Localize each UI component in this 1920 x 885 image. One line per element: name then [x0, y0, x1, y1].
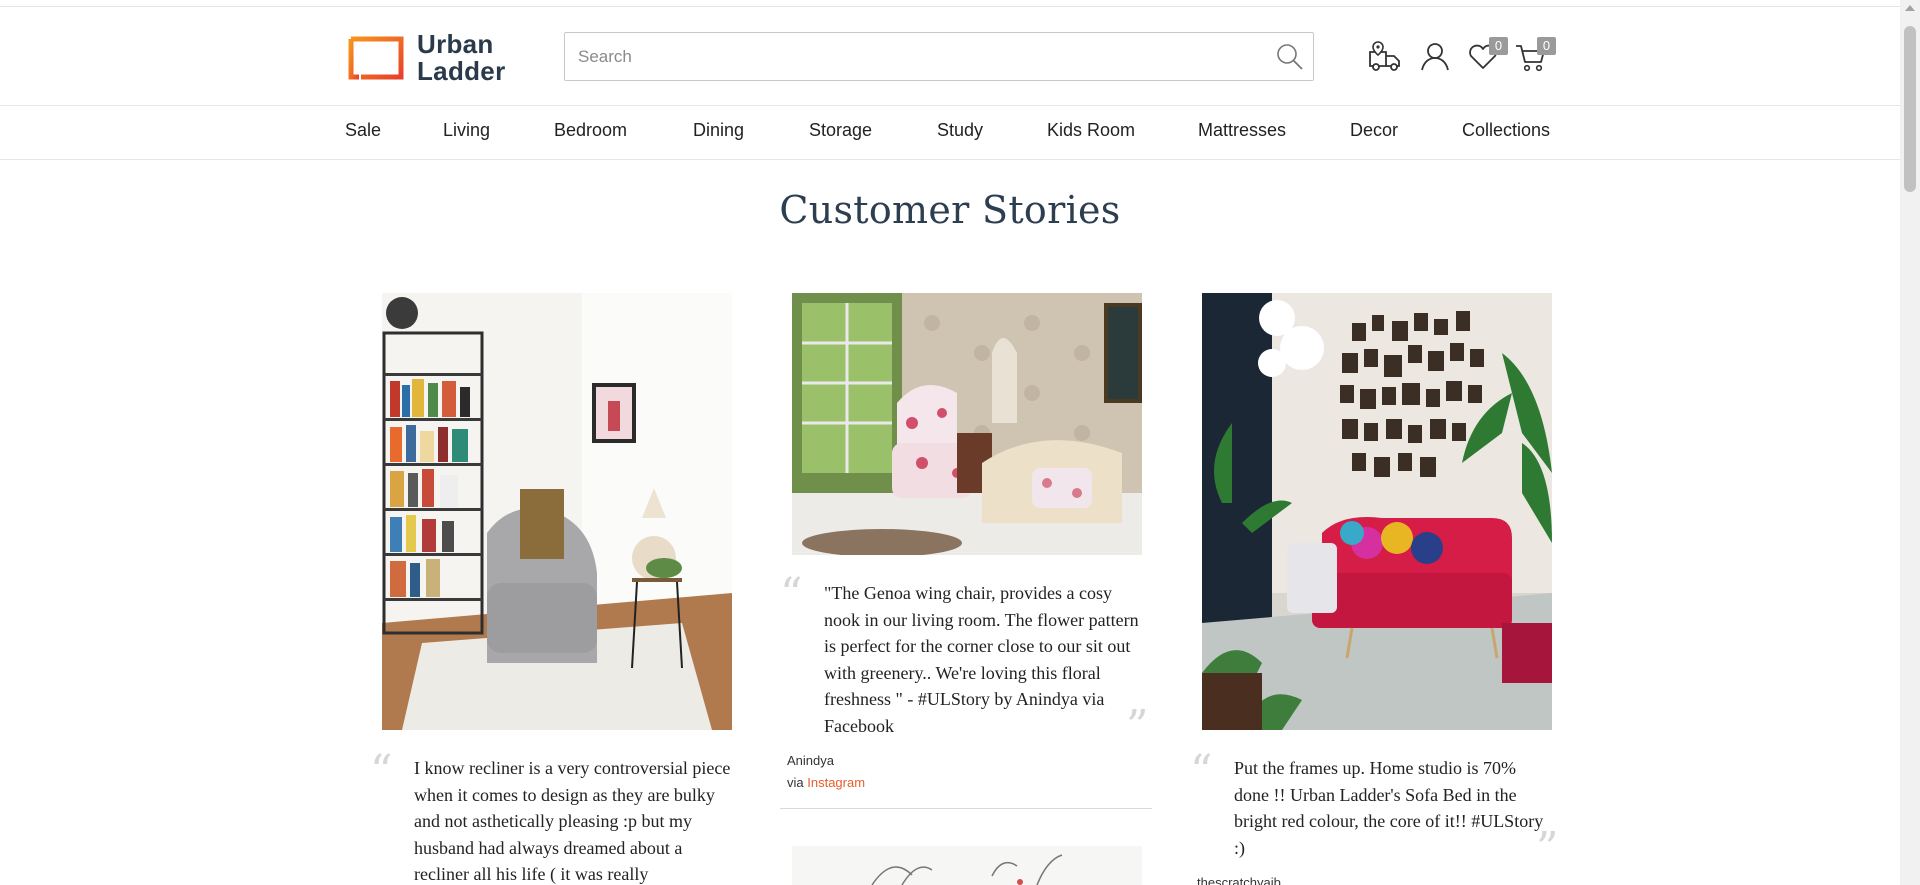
cart-icon[interactable]: 0: [1514, 37, 1556, 74]
open-quote-icon: “: [1190, 746, 1213, 797]
nav-item-dining[interactable]: Dining: [693, 120, 744, 141]
story-image-wing-chair[interactable]: [792, 293, 1142, 555]
scroll-up-arrow-icon[interactable]: [1905, 5, 1915, 11]
nav-item-storage[interactable]: Storage: [809, 120, 872, 141]
story-author-2: Anindya: [787, 753, 834, 768]
story-text-1: I know recliner is a very controversial …: [414, 758, 731, 884]
delivery-location-icon[interactable]: [1368, 40, 1404, 74]
open-quote-icon: “: [370, 746, 393, 797]
nav-item-mattresses[interactable]: Mattresses: [1198, 120, 1286, 141]
story-author-3: thescratchyaib: [1197, 875, 1281, 885]
story-image-recliner[interactable]: [382, 293, 732, 730]
nav-item-decor[interactable]: Decor: [1350, 120, 1398, 141]
search-icon[interactable]: [1275, 42, 1305, 72]
close-quote-icon: ”: [1536, 823, 1559, 874]
logo-text: Urban Ladder: [417, 31, 505, 85]
category-nav: Sale Living Bedroom Dining Storage Study…: [0, 107, 1900, 160]
story-text-3: Put the frames up. Home studio is 70% do…: [1234, 758, 1544, 858]
via-prefix: via: [787, 775, 804, 790]
search-input[interactable]: [565, 33, 1245, 80]
logo-text-line1: Urban: [417, 29, 494, 59]
user-icon[interactable]: [1418, 40, 1454, 74]
cart-count-badge: 0: [1537, 37, 1556, 55]
nav-item-kids-room[interactable]: Kids Room: [1047, 120, 1135, 141]
story-via-2: via Instagram: [787, 775, 865, 790]
site-header: Urban Ladder 0: [0, 7, 1900, 106]
nav-item-sale[interactable]: Sale: [345, 120, 381, 141]
story-text-2: "The Genoa wing chair, provides a cosy n…: [824, 583, 1139, 736]
story-divider: [780, 808, 1152, 809]
page-scrollbar[interactable]: [1900, 0, 1920, 885]
nav-item-bedroom[interactable]: Bedroom: [554, 120, 627, 141]
via-instagram-link[interactable]: Instagram: [807, 775, 865, 790]
story-image-red-sofa[interactable]: [1202, 293, 1552, 730]
nav-item-study[interactable]: Study: [937, 120, 983, 141]
story-image-next[interactable]: [792, 846, 1142, 885]
top-strip: [0, 0, 1900, 7]
close-quote-icon: ”: [1126, 701, 1149, 752]
nav-item-collections[interactable]: Collections: [1462, 120, 1550, 141]
brand-logo[interactable]: Urban Ladder: [347, 31, 505, 85]
nav-item-living[interactable]: Living: [443, 120, 490, 141]
page-title: Customer Stories: [779, 188, 1121, 232]
wishlist-count-badge: 0: [1489, 37, 1508, 55]
scrollbar-thumb[interactable]: [1904, 26, 1916, 192]
logo-mark-icon: [347, 35, 405, 81]
open-quote-icon: “: [780, 569, 803, 620]
logo-text-line2: Ladder: [417, 56, 506, 86]
search-box: [564, 32, 1314, 81]
wishlist-heart-icon[interactable]: 0: [1466, 37, 1508, 74]
